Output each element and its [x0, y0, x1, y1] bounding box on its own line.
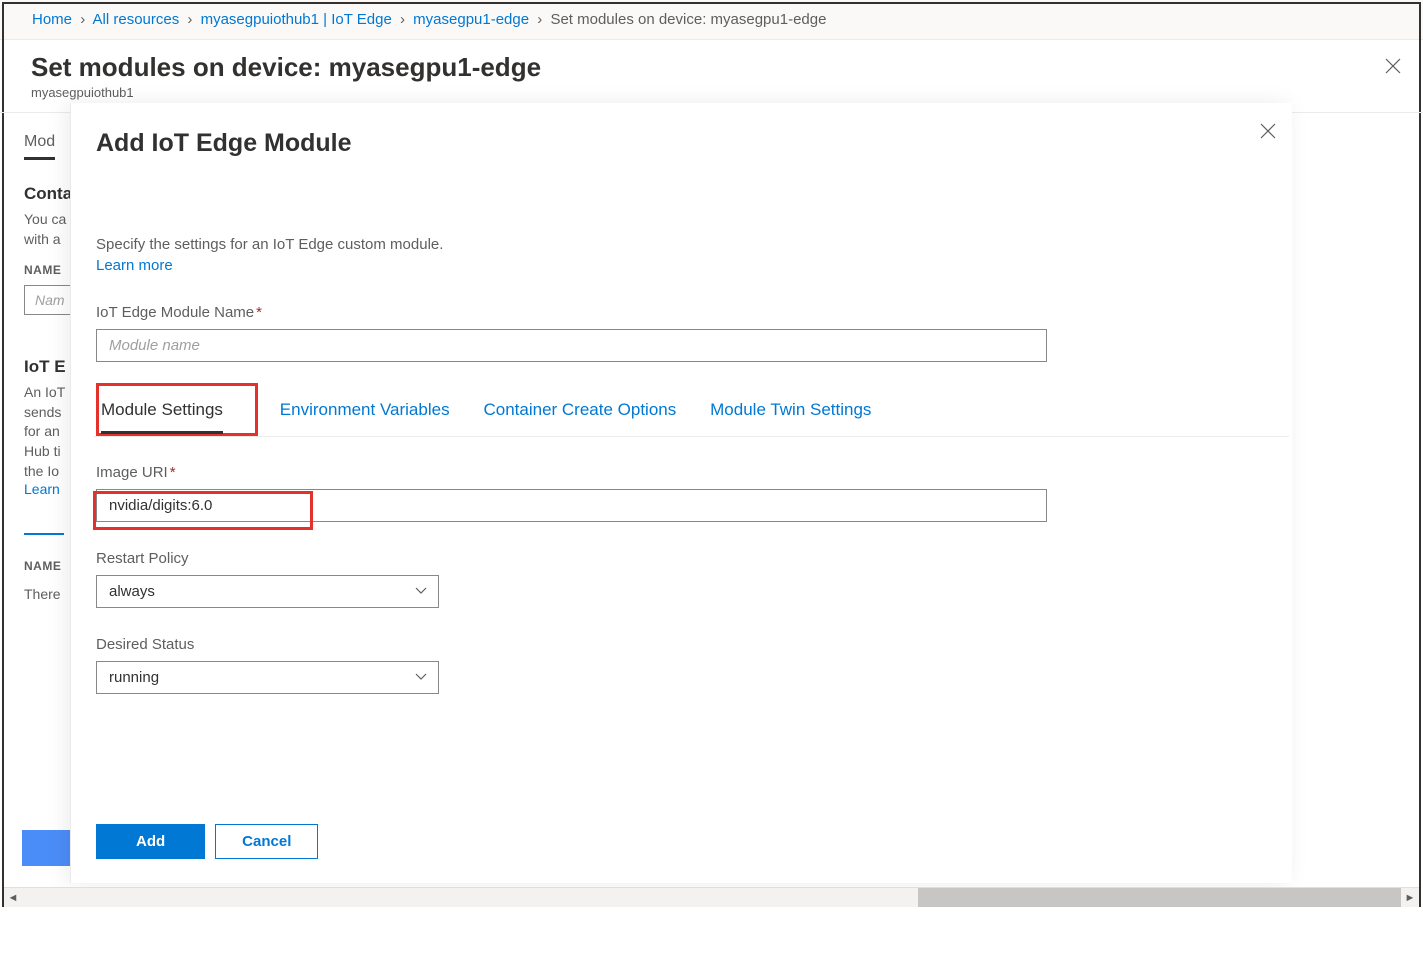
module-name-input[interactable]	[96, 329, 1047, 362]
scroll-left-icon[interactable]: ◄	[4, 892, 22, 904]
panel-description: Specify the settings for an IoT Edge cus…	[96, 236, 1292, 253]
highlight-box: Module Settings	[96, 383, 258, 436]
scrollbar-track[interactable]	[22, 888, 1401, 907]
scroll-right-icon[interactable]: ►	[1401, 892, 1419, 904]
desired-status-select[interactable]: running	[96, 661, 439, 694]
tab-environment-variables[interactable]: Environment Variables	[280, 388, 450, 433]
required-marker: *	[256, 304, 262, 321]
cancel-button[interactable]: Cancel	[215, 824, 318, 859]
horizontal-scrollbar[interactable]: ◄ ►	[4, 887, 1419, 907]
select-value: running	[109, 669, 159, 686]
restart-policy-select[interactable]: always	[96, 575, 439, 608]
add-module-panel: Add IoT Edge Module Specify the settings…	[70, 103, 1292, 883]
module-settings-area: Image URI* Restart Policy always Desired…	[96, 464, 1292, 694]
tab-module-settings[interactable]: Module Settings	[101, 388, 223, 434]
page-subtitle: myasegpuiothub1	[31, 85, 1391, 100]
desired-status-label: Desired Status	[96, 636, 1292, 653]
chevron-down-icon	[414, 669, 428, 687]
panel-footer: Add Cancel	[96, 824, 318, 859]
required-marker: *	[170, 464, 176, 481]
restart-policy-label: Restart Policy	[96, 550, 1292, 567]
page-title: Set modules on device: myasegpu1-edge	[31, 52, 1391, 83]
scrollbar-thumb[interactable]	[918, 888, 1401, 907]
add-button[interactable]: Add	[96, 824, 205, 859]
panel-tabs: Module Settings Environment Variables Co…	[94, 383, 1289, 437]
close-icon[interactable]	[1385, 58, 1401, 77]
chevron-down-icon	[414, 583, 428, 601]
tab-module-twin-settings[interactable]: Module Twin Settings	[710, 388, 871, 433]
module-name-label: IoT Edge Module Name*	[96, 304, 1292, 321]
close-icon[interactable]	[1260, 123, 1276, 142]
tab-container-create-options[interactable]: Container Create Options	[483, 388, 676, 433]
select-value: always	[109, 583, 155, 600]
bg-tab-modules[interactable]: Mod	[24, 127, 55, 160]
image-uri-label: Image URI*	[96, 464, 1292, 481]
learn-more-link[interactable]: Learn more	[96, 257, 173, 274]
image-uri-input[interactable]	[96, 489, 1047, 522]
panel-title: Add IoT Edge Module	[96, 129, 1292, 158]
